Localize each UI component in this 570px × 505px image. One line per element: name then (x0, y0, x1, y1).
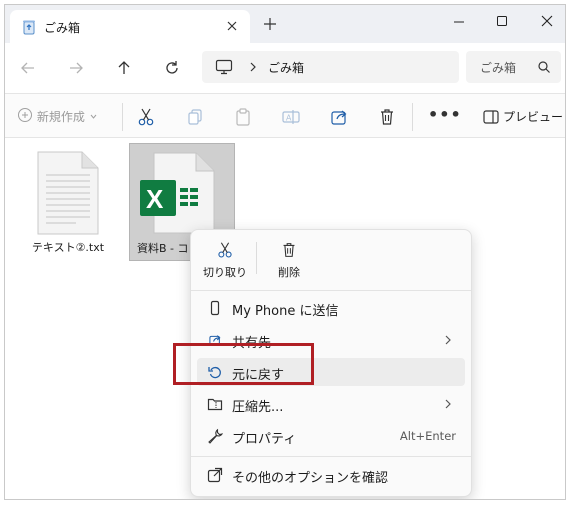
title-bar: ごみ箱 (5, 5, 565, 43)
tab-recycle-bin[interactable]: ごみ箱 (10, 10, 250, 43)
file-name: テキスト②.txt (31, 241, 105, 254)
tab-title: ごみ箱 (44, 21, 81, 35)
close-tab-icon[interactable] (222, 16, 242, 36)
search-placeholder: ごみ箱 (480, 61, 517, 75)
cut-icon (197, 240, 253, 260)
toolbar-divider (122, 103, 123, 131)
menu-item-label: 圧縮先... (232, 400, 284, 415)
menu-item-label: プロパティ (232, 432, 297, 447)
wrench-icon (207, 428, 224, 447)
plus-circle-icon (17, 108, 37, 126)
back-arrow-icon[interactable] (17, 57, 39, 79)
file-item-text[interactable]: テキスト②.txt (27, 151, 109, 261)
delete-label: 削除 (278, 266, 300, 279)
refresh-icon[interactable] (161, 57, 183, 79)
menu-divider (191, 290, 471, 291)
menu-divider (191, 456, 471, 457)
chevron-right-icon (443, 333, 453, 350)
search-box[interactable]: ごみ箱 (466, 51, 561, 83)
new-button[interactable]: 新規作成 (17, 107, 98, 126)
recycle-bin-icon (22, 19, 36, 38)
menu-item-label: My Phone に送信 (232, 304, 339, 319)
share-icon[interactable] (328, 106, 350, 128)
more-options-icon[interactable]: ••• (428, 105, 462, 124)
delete-icon (261, 240, 317, 260)
maximize-icon[interactable] (490, 11, 514, 33)
command-toolbar: 新規作成 A ••• プレビュー (5, 93, 565, 138)
excel-file-icon: X (140, 152, 226, 237)
menu-item-more-options[interactable]: その他のオプションを確認 (197, 461, 465, 489)
menu-item-send-to-phone[interactable]: My Phone に送信 (197, 294, 465, 322)
menu-divider (256, 242, 257, 274)
new-tab-icon[interactable] (261, 15, 279, 33)
new-button-label: 新規作成 (36, 110, 85, 124)
rename-icon[interactable]: A (280, 106, 302, 128)
file-name: 資料B - コ (137, 242, 189, 255)
preview-button[interactable]: プレビュー (483, 108, 563, 125)
preview-label: プレビュー (503, 110, 564, 124)
up-arrow-icon[interactable] (113, 57, 135, 79)
menu-item-label: その他のオプションを確認 (232, 471, 389, 486)
menu-item-compress[interactable]: 圧縮先... (197, 390, 465, 418)
cut-button[interactable]: 切り取り (197, 238, 253, 286)
search-icon (537, 60, 551, 77)
close-window-icon[interactable] (535, 11, 559, 33)
file-explorer-window: ごみ箱 ごみ箱 ごみ箱 新規作成 A ••• プレビュー テキスト②.txt X… (4, 4, 566, 500)
paste-icon[interactable] (232, 106, 254, 128)
text-file-icon (36, 151, 100, 238)
minimize-icon[interactable] (447, 11, 471, 33)
zip-folder-icon (207, 396, 223, 415)
delete-icon[interactable] (376, 106, 398, 128)
cut-label: 切り取り (203, 266, 247, 279)
chevron-right-icon[interactable] (248, 60, 258, 77)
phone-icon (207, 300, 223, 319)
forward-arrow-icon[interactable] (65, 57, 87, 79)
address-location: ごみ箱 (268, 61, 305, 75)
shortcut-text: Alt+Enter (399, 429, 456, 443)
chevron-down-icon (89, 110, 98, 124)
address-bar[interactable]: ごみ箱 (202, 51, 459, 83)
svg-text:A: A (286, 114, 292, 123)
svg-text:X: X (146, 184, 164, 214)
open-external-icon (207, 467, 223, 486)
copy-icon[interactable] (184, 106, 206, 128)
chevron-right-icon (443, 397, 453, 414)
menu-item-properties[interactable]: プロパティ Alt+Enter (197, 422, 465, 450)
highlight-box (173, 343, 314, 385)
cut-icon[interactable] (135, 106, 157, 128)
delete-button[interactable]: 削除 (261, 238, 317, 286)
computer-icon (215, 59, 233, 78)
toolbar-divider (412, 103, 413, 131)
navigation-bar: ごみ箱 ごみ箱 (5, 43, 565, 93)
